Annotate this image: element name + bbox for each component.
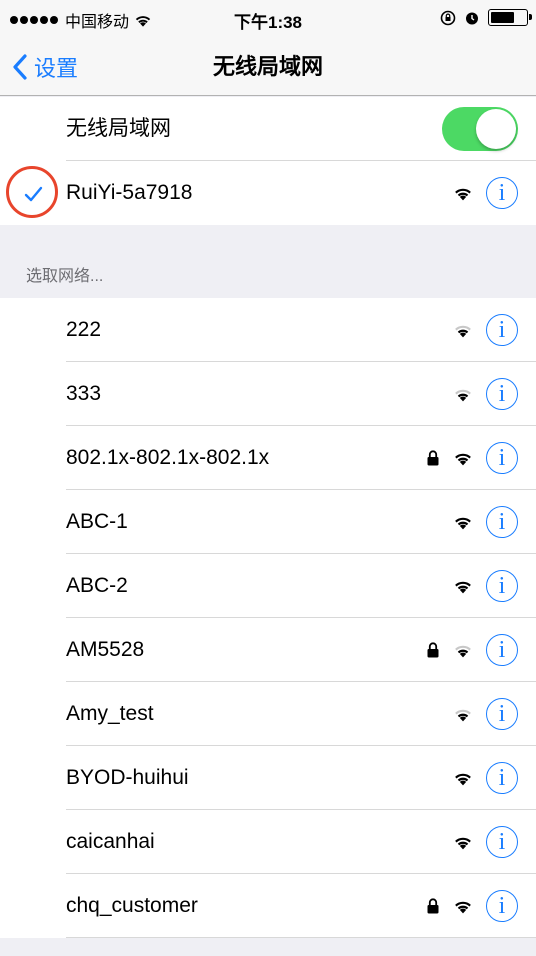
wifi-icon (455, 581, 471, 594)
orientation-lock-icon (440, 10, 456, 25)
info-icon[interactable]: i (486, 698, 518, 730)
lock-icon (427, 450, 439, 466)
info-icon[interactable]: i (486, 177, 518, 209)
battery-icon (488, 9, 532, 26)
checkmark-icon (24, 186, 43, 202)
status-bar: 中国移动 下午1:38 (0, 0, 536, 38)
status-right (440, 9, 532, 26)
wifi-icon (455, 325, 471, 338)
network-row[interactable]: Amy_test i (0, 682, 536, 746)
network-row[interactable]: 333 i (0, 362, 536, 426)
network-name: Amy_test (66, 702, 154, 725)
choose-network-label: 选取网络... (26, 268, 104, 285)
wifi-icon (455, 453, 471, 466)
wifi-toggle-label: 无线局域网 (66, 117, 171, 140)
network-row[interactable]: ABC-2 i (0, 554, 536, 618)
wifi-icon (455, 709, 471, 722)
info-icon[interactable]: i (486, 506, 518, 538)
info-icon[interactable]: i (486, 378, 518, 410)
connected-network-row[interactable]: RuiYi-5a7918 i (0, 161, 536, 225)
info-icon[interactable]: i (486, 634, 518, 666)
network-name: ABC-2 (66, 574, 128, 597)
network-name: 802.1x-802.1x-802.1x (66, 446, 270, 469)
choose-network-header: 选取网络... (0, 226, 536, 298)
info-icon[interactable]: i (486, 442, 518, 474)
wifi-icon (455, 188, 471, 201)
wifi-icon (455, 901, 471, 914)
network-name: caicanhai (66, 830, 155, 853)
wifi-icon (455, 389, 471, 402)
wifi-toggle-switch[interactable] (442, 107, 518, 151)
wifi-icon (455, 517, 471, 530)
network-name: AM5528 (66, 638, 145, 661)
info-icon[interactable]: i (486, 570, 518, 602)
wifi-section: 无线局域网 RuiYi-5a7918 i (0, 97, 536, 225)
wifi-toggle-row: 无线局域网 (0, 97, 536, 161)
network-row[interactable]: BYOD-huihui i (0, 746, 536, 810)
network-row[interactable]: caicanhai i (0, 810, 536, 874)
network-name: 333 (66, 382, 102, 405)
network-row[interactable]: 802.1x-802.1x-802.1x i (0, 426, 536, 490)
network-row[interactable]: AM5528 i (0, 618, 536, 682)
lock-icon (427, 898, 439, 914)
info-icon[interactable]: i (486, 826, 518, 858)
wifi-icon (455, 773, 471, 786)
network-name: 222 (66, 318, 102, 341)
info-icon[interactable]: i (486, 890, 518, 922)
network-name: chq_customer (66, 894, 198, 917)
info-icon[interactable]: i (486, 314, 518, 346)
network-name: BYOD-huihui (66, 766, 189, 789)
network-row[interactable]: 222 i (0, 298, 536, 362)
network-list: 222 i 333 i 802.1x-802.1x-802.1x i ABC-1 i ABC-2… (0, 298, 536, 938)
wifi-icon (455, 645, 471, 658)
navigation-bar: 设置 无线局域网 (0, 38, 536, 96)
info-icon[interactable]: i (486, 762, 518, 794)
lock-icon (427, 642, 439, 658)
wifi-icon (455, 837, 471, 850)
page-title: 无线局域网 (212, 54, 323, 79)
connected-network-name: RuiYi-5a7918 (66, 181, 193, 204)
wifi-settings-screen: 中国移动 下午1:38 设置 无线局域网 无线局域网 RuiYi-5a7918 … (0, 0, 536, 956)
network-row[interactable]: ABC-1 i (0, 490, 536, 554)
network-row[interactable]: chq_customer i (0, 874, 536, 938)
network-name: ABC-1 (66, 510, 128, 533)
alarm-icon (466, 12, 478, 24)
